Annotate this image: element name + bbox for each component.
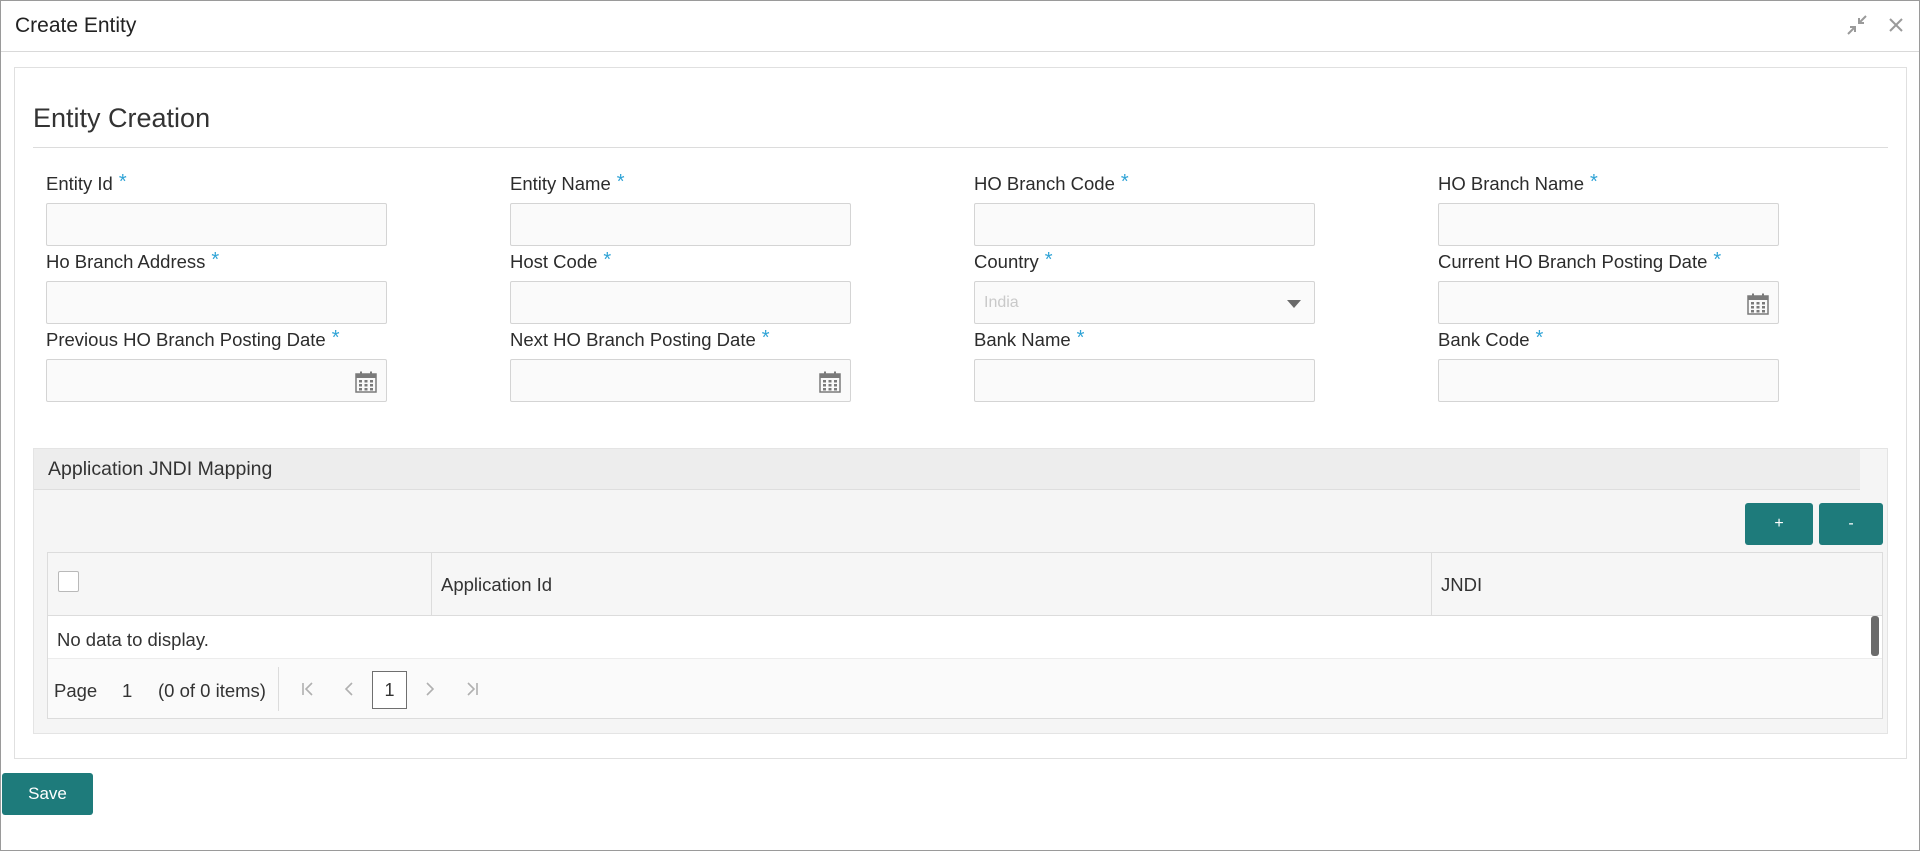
ho-branch-address-label: Ho Branch Address: [46, 251, 206, 272]
next-posting-date-field: Next HO Branch Posting Date *: [510, 327, 851, 402]
jndi-mapping-panel: Application JNDI Mapping + - Application…: [33, 448, 1888, 734]
previous-posting-date-input[interactable]: [46, 359, 387, 402]
ho-branch-code-field: HO Branch Code *: [974, 171, 1315, 246]
bank-name-input[interactable]: [974, 359, 1315, 402]
country-select[interactable]: India: [974, 281, 1315, 324]
select-column-header: [48, 553, 432, 615]
required-marker: *: [761, 327, 770, 349]
entity-name-input[interactable]: [510, 203, 851, 246]
entity-id-field: Entity Id *: [46, 171, 387, 246]
ho-branch-address-field: Ho Branch Address *: [46, 249, 387, 324]
required-marker: *: [1120, 171, 1129, 193]
host-code-label: Host Code: [510, 251, 598, 272]
required-marker: *: [1044, 249, 1053, 271]
previous-posting-date-label: Previous HO Branch Posting Date: [46, 329, 326, 350]
items-count: (0 of 0 items): [158, 680, 266, 701]
next-posting-date-input[interactable]: [510, 359, 851, 402]
window-title: Create Entity: [15, 14, 137, 37]
remove-row-button[interactable]: -: [1819, 503, 1883, 545]
required-marker: *: [603, 249, 612, 271]
current-page-button[interactable]: 1: [372, 671, 407, 709]
jndi-mapping-title: Application JNDI Mapping: [48, 458, 273, 480]
section-title: Entity Creation: [33, 103, 211, 133]
next-page-icon[interactable]: [417, 677, 441, 701]
previous-posting-date-field: Previous HO Branch Posting Date *: [46, 327, 387, 402]
create-entity-window: Create Entity Entity Creation Entity Id *…: [0, 0, 1920, 851]
add-row-button[interactable]: +: [1745, 503, 1813, 545]
title-bar: Create Entity: [1, 1, 1919, 52]
entity-id-label: Entity Id: [46, 173, 113, 194]
application-id-header-label: Application Id: [441, 574, 553, 595]
table-header: Application Id JNDI: [48, 553, 1882, 616]
host-code-field: Host Code *: [510, 249, 851, 324]
country-label: Country: [974, 251, 1039, 272]
close-icon[interactable]: [1883, 12, 1909, 38]
required-marker: *: [616, 171, 625, 193]
first-page-icon[interactable]: [296, 677, 320, 701]
required-marker: *: [331, 327, 340, 349]
ho-branch-code-label: HO Branch Code: [974, 173, 1115, 194]
current-posting-date-input[interactable]: [1438, 281, 1779, 324]
jndi-header-label: JNDI: [1441, 574, 1483, 595]
bank-name-field: Bank Name *: [974, 327, 1315, 402]
country-value: India: [984, 294, 1019, 311]
entity-name-label: Entity Name: [510, 173, 611, 194]
minimize-icon[interactable]: [1844, 12, 1870, 38]
chevron-down-icon[interactable]: [1282, 292, 1306, 316]
ho-branch-name-field: HO Branch Name *: [1438, 171, 1779, 246]
entity-creation-panel: Entity Creation Entity Id * Entity Name * …: [14, 67, 1907, 759]
table-scrollbar[interactable]: [1871, 616, 1879, 656]
page-number: 1: [122, 680, 133, 701]
section-divider: [33, 147, 1888, 148]
table-pager: Page 1 (0 of 0 items) 1: [48, 658, 1882, 718]
bank-code-field: Bank Code *: [1438, 327, 1779, 402]
last-page-icon[interactable]: [460, 677, 484, 701]
bank-name-label: Bank Name: [974, 329, 1071, 350]
save-button[interactable]: Save: [2, 773, 93, 815]
entity-id-input[interactable]: [46, 203, 387, 246]
required-marker: *: [1535, 327, 1544, 349]
next-posting-date-label: Next HO Branch Posting Date: [510, 329, 756, 350]
required-marker: *: [1076, 327, 1085, 349]
previous-page-icon[interactable]: [338, 677, 362, 701]
ho-branch-name-input[interactable]: [1438, 203, 1779, 246]
jndi-mapping-table: Application Id JNDI No data to display. …: [47, 552, 1883, 719]
current-posting-date-field: Current HO Branch Posting Date *: [1438, 249, 1779, 324]
jndi-mapping-header: Application JNDI Mapping: [34, 449, 1860, 490]
calendar-icon[interactable]: [1746, 292, 1770, 316]
required-marker: *: [211, 249, 220, 271]
required-marker: *: [1713, 249, 1722, 271]
bank-code-label: Bank Code: [1438, 329, 1530, 350]
ho-branch-code-input[interactable]: [974, 203, 1315, 246]
current-posting-date-label: Current HO Branch Posting Date: [1438, 251, 1708, 272]
ho-branch-address-input[interactable]: [46, 281, 387, 324]
jndi-column-header[interactable]: JNDI: [1432, 553, 1882, 615]
required-marker: *: [1590, 171, 1598, 193]
required-marker: *: [118, 171, 127, 193]
bank-code-input[interactable]: [1438, 359, 1779, 402]
page-label: Page: [54, 680, 98, 701]
pager-divider: [278, 667, 279, 711]
country-field: Country * India: [974, 249, 1315, 324]
host-code-input[interactable]: [510, 281, 851, 324]
calendar-icon[interactable]: [818, 370, 842, 394]
application-id-column-header[interactable]: Application Id: [432, 553, 1432, 615]
entity-name-field: Entity Name *: [510, 171, 851, 246]
ho-branch-name-label: HO Branch Name: [1438, 173, 1584, 194]
calendar-icon[interactable]: [354, 370, 378, 394]
empty-table-message: No data to display.: [57, 629, 209, 650]
select-all-checkbox[interactable]: [58, 571, 79, 592]
